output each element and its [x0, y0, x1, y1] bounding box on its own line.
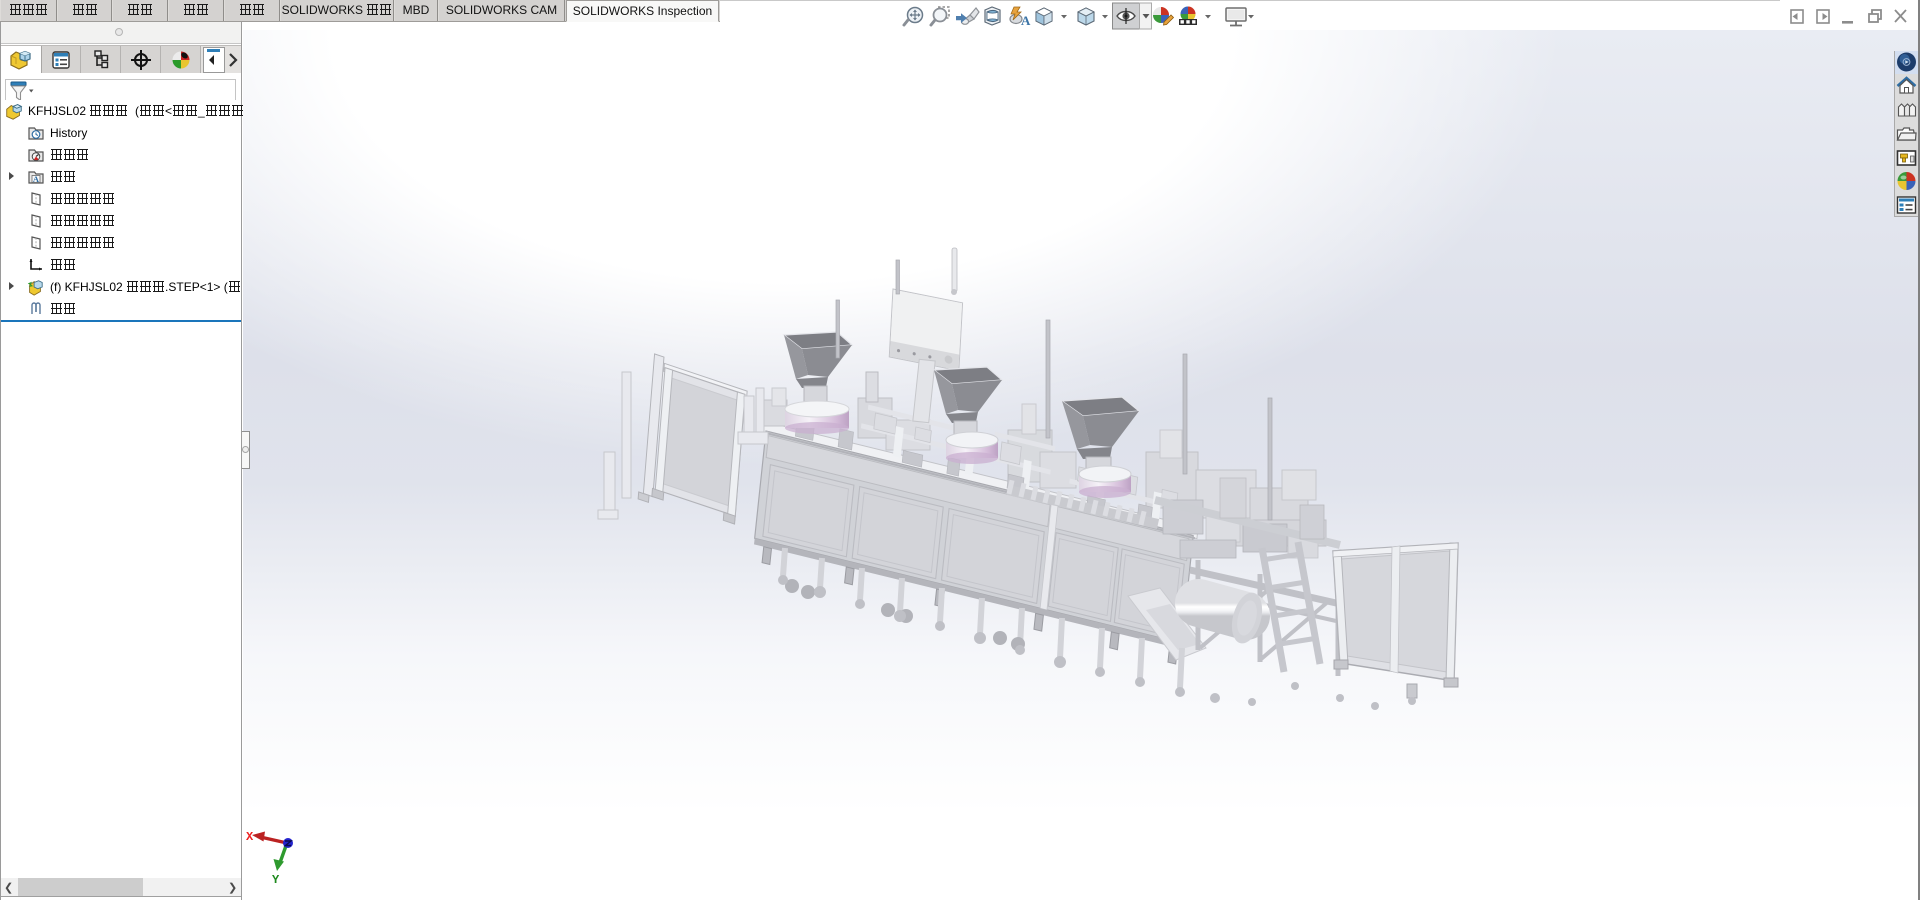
svg-text:Y: Y [272, 873, 280, 887]
svg-text:A: A [1021, 13, 1031, 28]
svg-text:X: X [246, 830, 254, 844]
